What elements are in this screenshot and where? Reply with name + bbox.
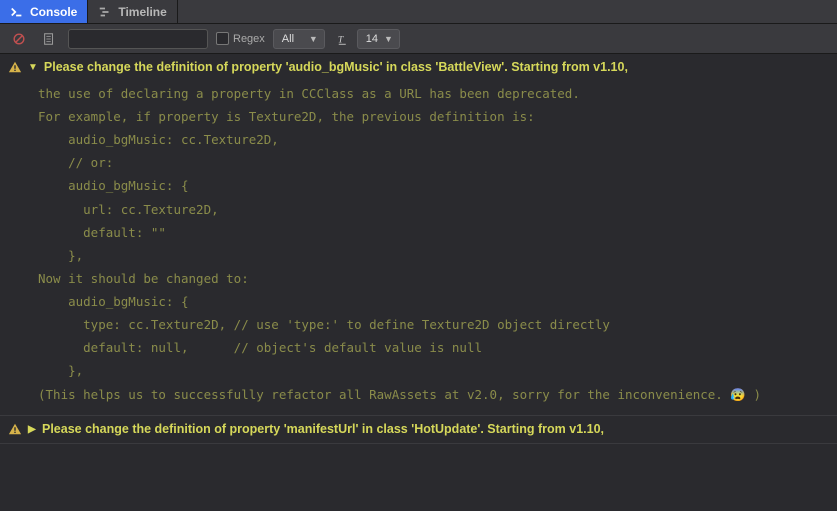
log-output[interactable]: ▼ Please change the definition of proper… bbox=[0, 54, 837, 511]
console-icon bbox=[10, 5, 24, 19]
tab-console[interactable]: Console bbox=[0, 0, 88, 23]
log-entry: ▼ Please change the definition of proper… bbox=[0, 54, 837, 416]
tab-timeline[interactable]: Timeline bbox=[88, 0, 177, 23]
font-size-select[interactable]: 14 ▼ bbox=[357, 29, 400, 49]
open-log-button[interactable] bbox=[38, 28, 60, 50]
font-size-icon: T bbox=[337, 32, 351, 46]
font-size-control: T 14 ▼ bbox=[333, 29, 400, 49]
level-select-value: All bbox=[282, 33, 294, 45]
disclosure-triangle-icon: ▼ bbox=[28, 62, 38, 73]
log-message-head: Please change the definition of property… bbox=[44, 59, 829, 76]
disclosure-triangle-icon: ▶ bbox=[28, 424, 36, 435]
timeline-icon bbox=[98, 5, 112, 19]
regex-checkbox[interactable]: Regex bbox=[216, 32, 265, 45]
filter-input[interactable] bbox=[68, 29, 208, 49]
log-message-head: Please change the definition of property… bbox=[42, 421, 829, 438]
font-size-value: 14 bbox=[366, 33, 378, 45]
tab-console-label: Console bbox=[30, 5, 77, 19]
chevron-down-icon: ▼ bbox=[309, 34, 318, 44]
regex-label: Regex bbox=[233, 33, 265, 45]
clear-button[interactable] bbox=[8, 28, 30, 50]
log-entry-header[interactable]: ▶ Please change the definition of proper… bbox=[8, 419, 829, 440]
tab-timeline-label: Timeline bbox=[118, 5, 166, 19]
tab-bar: Console Timeline bbox=[0, 0, 837, 24]
level-select[interactable]: All ▼ bbox=[273, 29, 325, 49]
log-message-body: the use of declaring a property in CCCla… bbox=[38, 78, 829, 412]
checkbox-box bbox=[216, 32, 229, 45]
log-entry: ▶ Please change the definition of proper… bbox=[0, 416, 837, 444]
console-toolbar: Regex All ▼ T 14 ▼ bbox=[0, 24, 837, 54]
chevron-down-icon: ▼ bbox=[384, 34, 393, 44]
warning-icon bbox=[8, 422, 22, 436]
log-entry-header[interactable]: ▼ Please change the definition of proper… bbox=[8, 57, 829, 78]
warning-icon bbox=[8, 60, 22, 74]
